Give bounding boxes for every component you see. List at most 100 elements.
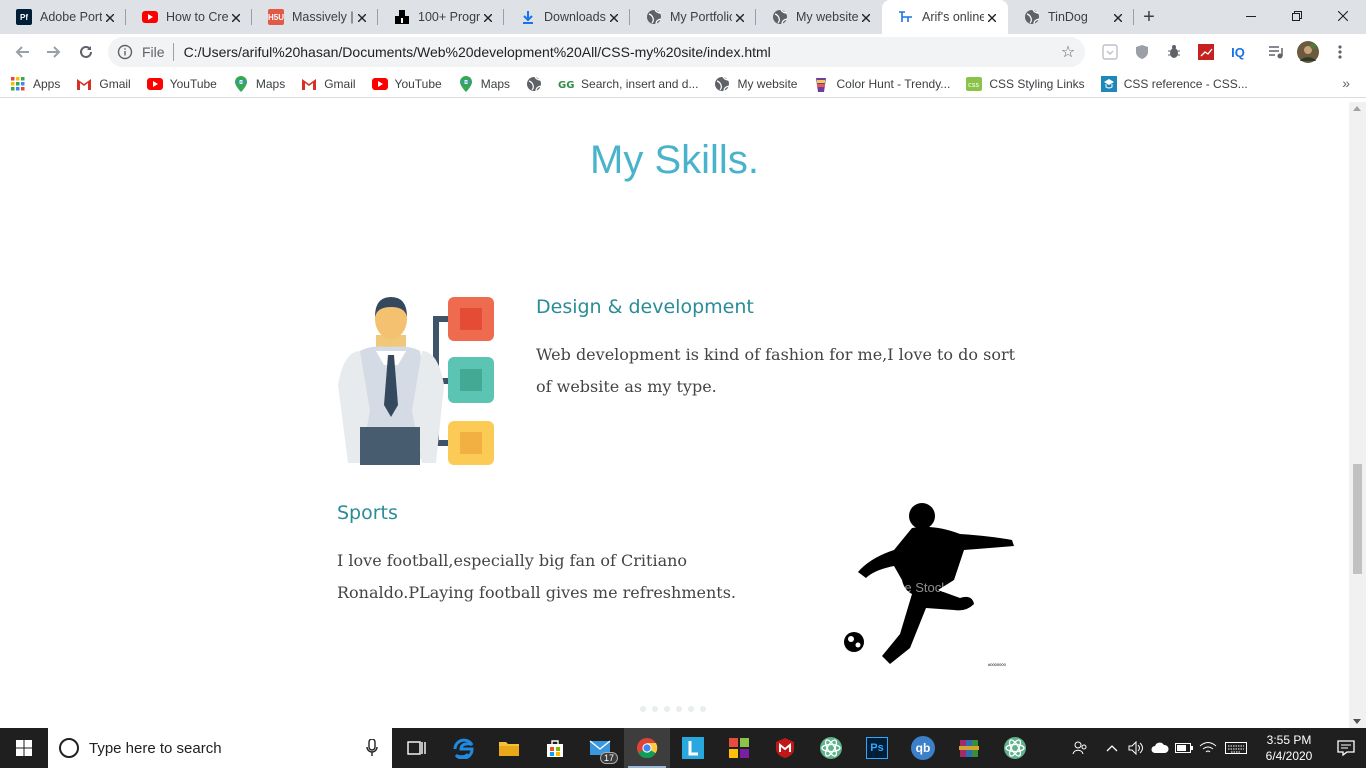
minimize-button[interactable] xyxy=(1228,0,1274,32)
browser-tab[interactable]: My Portfolio xyxy=(630,0,756,34)
taskbar-search-box[interactable]: Type here to search xyxy=(48,728,392,768)
qbittorrent-icon: qb xyxy=(911,736,935,760)
bookmark-apps[interactable]: Apps xyxy=(10,76,60,92)
tab-title: TinDog xyxy=(1048,10,1088,24)
scrollbar-thumb[interactable] xyxy=(1353,464,1362,574)
bookmark-label: Gmail xyxy=(99,76,131,91)
atom-app-2[interactable] xyxy=(992,728,1038,768)
forward-button[interactable] xyxy=(38,36,70,68)
youtube-icon xyxy=(142,9,158,25)
bookmark-gmail[interactable]: Gmail xyxy=(301,76,356,92)
menu-kebab-icon[interactable] xyxy=(1324,36,1356,68)
bookmark-gmail[interactable]: Gmail xyxy=(76,76,131,92)
bookmarks-overflow-button[interactable]: » xyxy=(1342,75,1350,91)
close-window-button[interactable] xyxy=(1320,0,1366,32)
qbittorrent-app[interactable]: qb xyxy=(900,728,946,768)
page-title: My Skills. xyxy=(590,138,759,182)
tab-close-icon[interactable] xyxy=(606,9,622,25)
back-button[interactable] xyxy=(6,36,38,68)
tab-close-icon[interactable] xyxy=(102,9,118,25)
atom-app[interactable] xyxy=(808,728,854,768)
tabs-container: Pf Adobe Portfolio How to Create H5U Massive… xyxy=(0,0,1134,34)
chart-extension-icon[interactable] xyxy=(1190,36,1222,68)
edge-app[interactable] xyxy=(440,728,486,768)
winrar-app[interactable] xyxy=(946,728,992,768)
bookmark-maps[interactable]: Maps xyxy=(233,75,285,92)
task-view-button[interactable] xyxy=(394,728,440,768)
carousel-dot[interactable] xyxy=(688,706,694,712)
scroll-up-arrow-icon[interactable] xyxy=(1353,106,1361,111)
site-info-icon[interactable] xyxy=(108,44,142,60)
mail-app[interactable]: 17 xyxy=(578,728,624,768)
chrome-app[interactable] xyxy=(624,728,670,768)
mcafee-app[interactable] xyxy=(762,728,808,768)
profile-avatar[interactable] xyxy=(1292,36,1324,68)
media-queue-icon[interactable] xyxy=(1260,36,1292,68)
bookmark-maps[interactable]: Maps xyxy=(458,75,510,92)
keyboard-icon[interactable] xyxy=(1220,728,1252,768)
browser-tab[interactable]: How to Create xyxy=(126,0,252,34)
bookmark-my-website[interactable]: My website xyxy=(714,76,797,92)
bookmark-color-hunt-trendy[interactable]: Color Hunt - Trendy... xyxy=(813,76,950,92)
skill-text-design-line2: of website as my type. xyxy=(536,377,717,396)
browser-tab[interactable]: H5U Massively | HTML5 UP xyxy=(252,0,378,34)
bookmark-star-icon[interactable]: ☆ xyxy=(1051,42,1085,62)
bookmark-search-insert-and-d[interactable]: GG Search, insert and d... xyxy=(558,76,698,92)
bookmark-youtube[interactable]: YouTube xyxy=(146,76,217,92)
system-tray: 3:55 PM 6/4/2020 xyxy=(1060,728,1366,768)
edge-icon xyxy=(453,738,474,759)
extension-reader-icon[interactable] xyxy=(1094,36,1126,68)
new-tab-button[interactable]: + xyxy=(1134,0,1164,34)
tab-close-icon[interactable] xyxy=(858,9,874,25)
photoshop-app[interactable]: Ps xyxy=(854,728,900,768)
carousel-dot[interactable] xyxy=(700,706,706,712)
tab-close-icon[interactable] xyxy=(984,9,1000,25)
restore-button[interactable] xyxy=(1274,0,1320,32)
tab-close-icon[interactable] xyxy=(354,9,370,25)
skill-text-sports-line2: Ronaldo.PLaying football gives me refres… xyxy=(337,583,736,602)
url-text[interactable]: C:/Users/ariful%20hasan/Documents/Web%20… xyxy=(174,44,1051,60)
shield-icon[interactable] xyxy=(1126,36,1158,68)
tab-close-icon[interactable] xyxy=(1110,9,1126,25)
browser-tab[interactable]: TinDog xyxy=(1008,0,1134,34)
tray-chevron-up-icon[interactable] xyxy=(1100,728,1124,768)
colorful-squares-icon xyxy=(729,738,749,758)
bookmark-globe[interactable] xyxy=(526,76,542,92)
carousel-dot[interactable] xyxy=(640,706,646,712)
reload-button[interactable] xyxy=(70,36,102,68)
browser-tab[interactable]: My website xyxy=(756,0,882,34)
winrar-like-app[interactable] xyxy=(716,728,762,768)
browser-tab[interactable]: Pf Adobe Portfolio xyxy=(0,0,126,34)
onedrive-cloud-icon[interactable] xyxy=(1148,728,1172,768)
bug-icon[interactable] xyxy=(1158,36,1190,68)
store-app[interactable] xyxy=(532,728,578,768)
start-button[interactable] xyxy=(0,728,48,768)
carousel-dot[interactable] xyxy=(664,706,670,712)
bookmark-css-reference-css[interactable]: CSS reference - CSS... xyxy=(1100,75,1248,92)
file-explorer-app[interactable] xyxy=(486,728,532,768)
browser-tab[interactable]: 100+ Programming xyxy=(378,0,504,34)
bookmark-youtube[interactable]: YouTube xyxy=(371,76,442,92)
page-scrollbar[interactable] xyxy=(1349,102,1366,728)
taskbar-clock[interactable]: 3:55 PM 6/4/2020 xyxy=(1252,732,1326,764)
folder-icon xyxy=(499,742,519,756)
lightshot-app[interactable] xyxy=(670,728,716,768)
people-icon[interactable] xyxy=(1060,728,1100,768)
battery-icon[interactable] xyxy=(1172,728,1196,768)
volume-icon[interactable] xyxy=(1124,728,1148,768)
carousel-dot[interactable] xyxy=(676,706,682,712)
microphone-icon[interactable] xyxy=(366,739,378,757)
tab-close-icon[interactable] xyxy=(228,9,244,25)
address-bar[interactable]: File C:/Users/ariful%20hasan/Documents/W… xyxy=(108,37,1085,67)
tab-close-icon[interactable] xyxy=(732,9,748,25)
iq-extension-icon[interactable]: IQ xyxy=(1222,36,1254,68)
wifi-icon[interactable] xyxy=(1196,728,1220,768)
html5up-icon: H5U xyxy=(268,9,284,25)
tab-close-icon[interactable] xyxy=(480,9,496,25)
scroll-down-arrow-icon[interactable] xyxy=(1353,719,1361,724)
browser-tab[interactable]: Downloads xyxy=(504,0,630,34)
action-center-button[interactable] xyxy=(1326,740,1366,756)
carousel-dot[interactable] xyxy=(652,706,658,712)
browser-tab[interactable]: Arif's online xyxy=(882,0,1008,34)
bookmark-css-styling-links[interactable]: css CSS Styling Links xyxy=(966,76,1085,92)
